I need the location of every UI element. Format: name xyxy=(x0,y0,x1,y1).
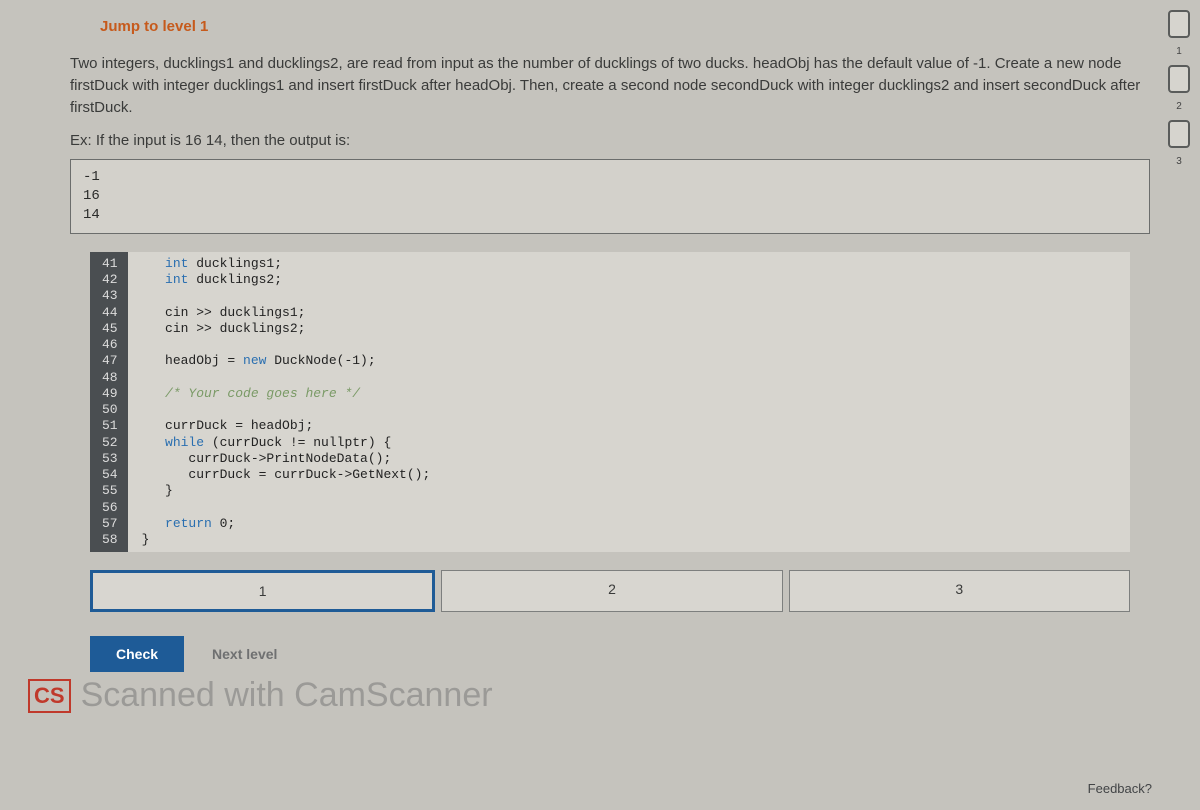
next-level-button[interactable]: Next level xyxy=(212,646,277,662)
camscanner-badge: CS xyxy=(28,679,71,713)
watermark: CS Scanned with CamScanner xyxy=(28,676,1200,715)
example-label: Ex: If the input is 16 14, then the outp… xyxy=(70,132,1150,149)
feedback-link[interactable]: Feedback? xyxy=(1088,781,1152,796)
jump-to-level-link[interactable]: Jump to level 1 xyxy=(70,10,1150,53)
code-editor[interactable]: 41 42 43 44 45 46 47 48 49 50 51 52 53 5… xyxy=(90,252,1130,553)
action-row: Check Next level xyxy=(90,636,1150,672)
main-content: Jump to level 1 Two integers, ducklings1… xyxy=(0,0,1200,682)
line-number-gutter: 41 42 43 44 45 46 47 48 49 50 51 52 53 5… xyxy=(90,252,128,553)
pagination: 1 2 3 xyxy=(90,570,1130,612)
rail-box-1[interactable] xyxy=(1168,10,1190,38)
rail-box-2[interactable] xyxy=(1168,65,1190,93)
page-1-button[interactable]: 1 xyxy=(90,570,435,612)
rail-label-2: 2 xyxy=(1176,101,1182,112)
problem-instructions: Two integers, ducklings1 and ducklings2,… xyxy=(70,53,1150,118)
watermark-text: Scanned with CamScanner xyxy=(81,676,493,715)
rail-label-1: 1 xyxy=(1176,46,1182,57)
right-rail: 1 2 3 xyxy=(1168,10,1190,167)
page-3-button[interactable]: 3 xyxy=(789,570,1130,612)
rail-label-3: 3 xyxy=(1176,156,1182,167)
example-output: -1 16 14 xyxy=(70,159,1150,234)
code-area[interactable]: int ducklings1; int ducklings2; cin >> d… xyxy=(128,252,1130,553)
check-button[interactable]: Check xyxy=(90,636,184,672)
rail-box-3[interactable] xyxy=(1168,120,1190,148)
page-2-button[interactable]: 2 xyxy=(441,570,782,612)
